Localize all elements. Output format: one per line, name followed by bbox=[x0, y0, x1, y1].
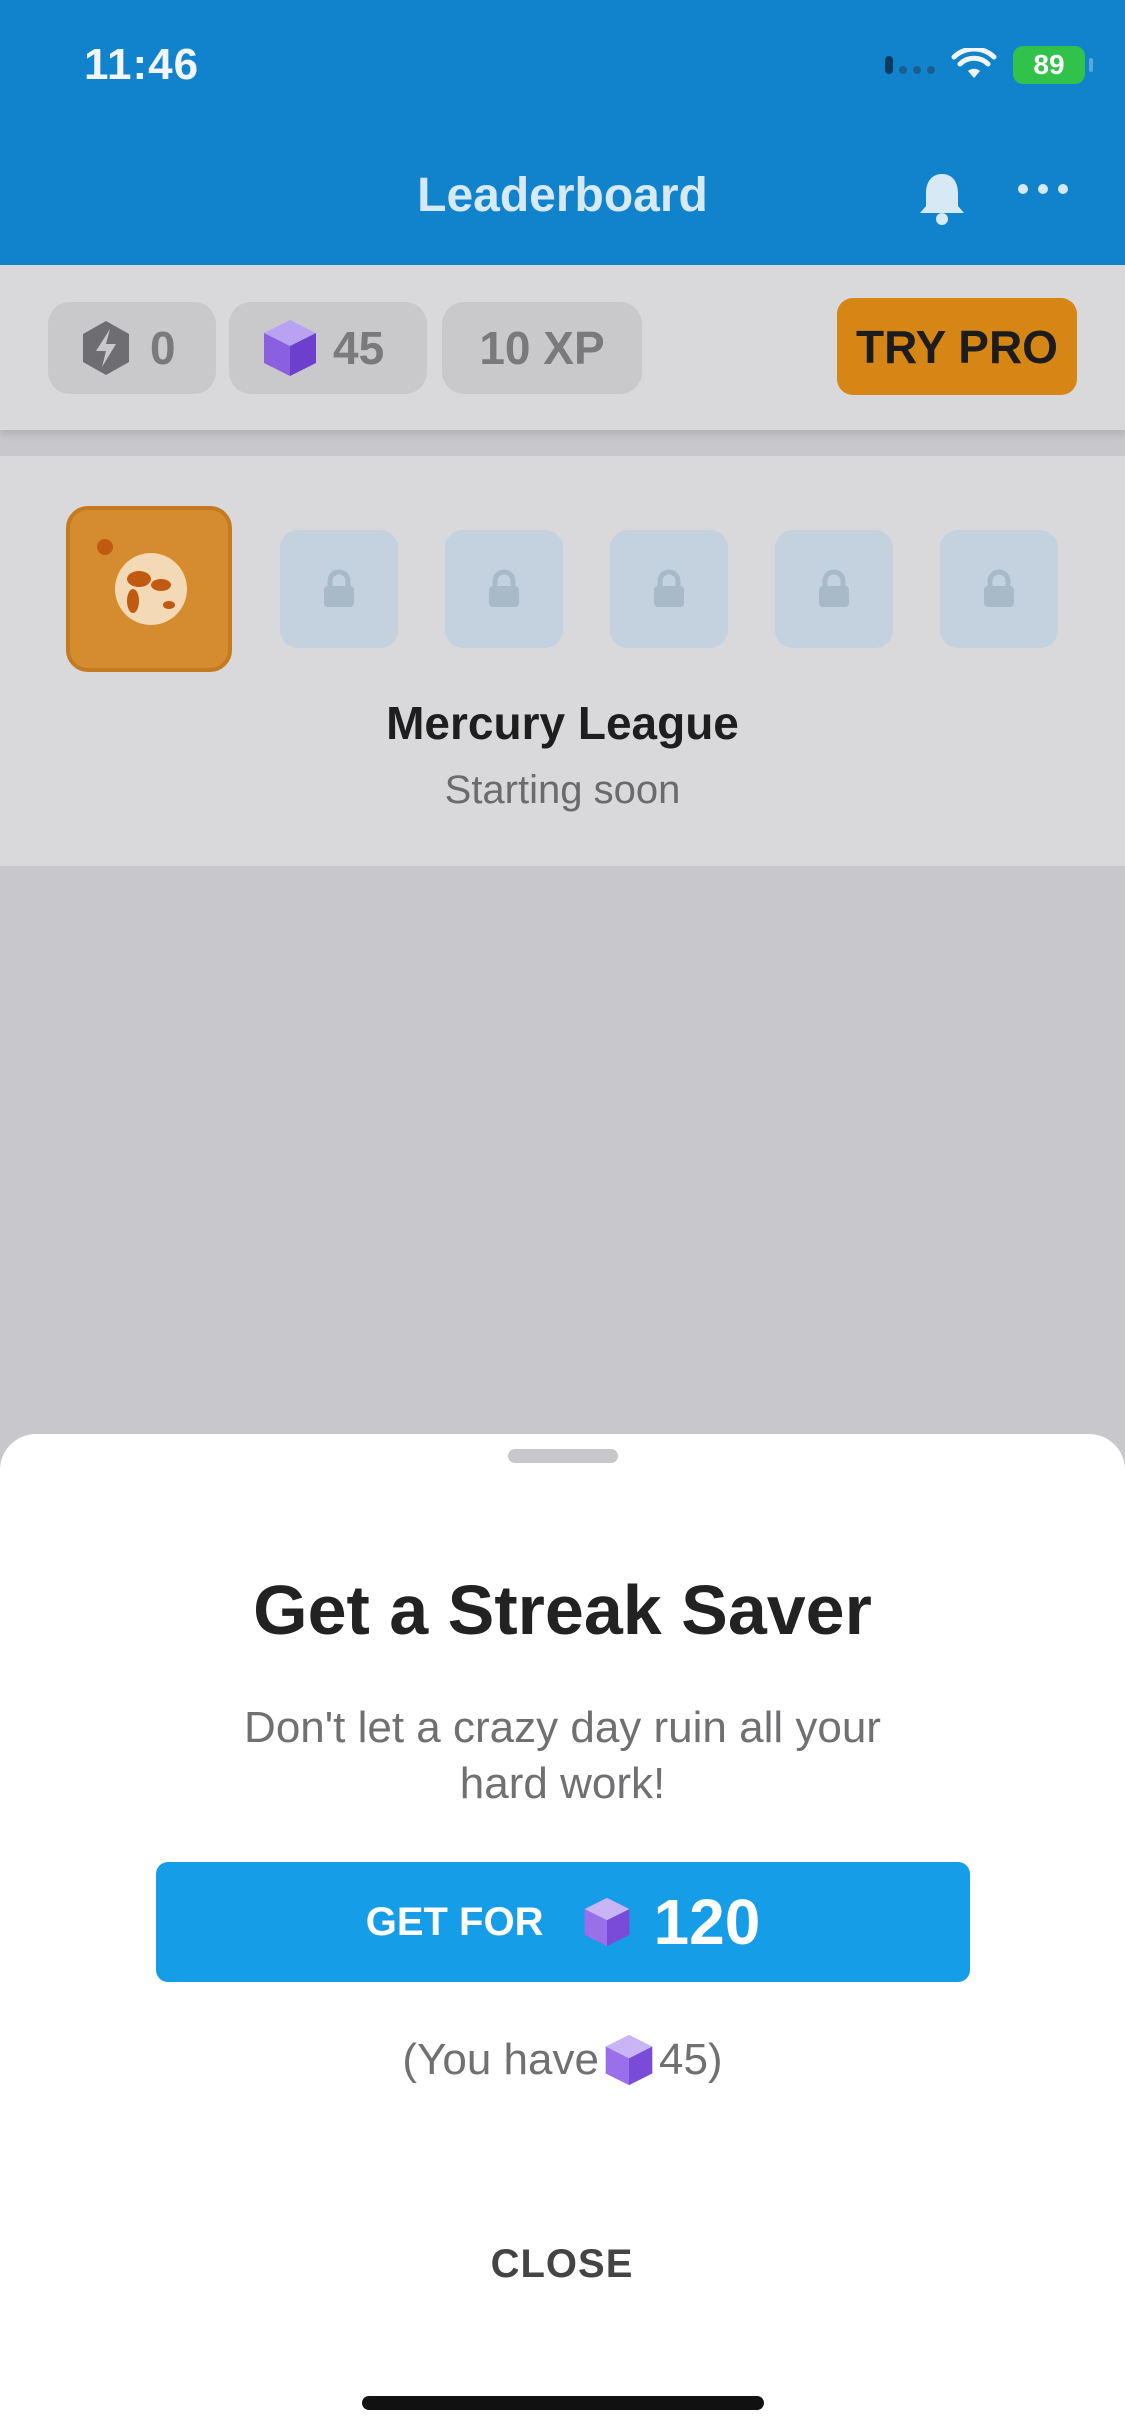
xp-label: 10 XP bbox=[479, 322, 605, 374]
close-button[interactable]: CLOSE bbox=[412, 2224, 712, 2304]
sheet-subtitle: Don't let a crazy day ruin all your hard… bbox=[244, 1703, 881, 1808]
gems-chip[interactable]: 45 bbox=[229, 302, 427, 394]
locked-league-badge[interactable] bbox=[280, 530, 398, 648]
streak-chip[interactable]: 0 bbox=[48, 302, 216, 394]
you-have-prefix: (You have bbox=[402, 2035, 599, 2084]
locked-league-badge[interactable] bbox=[610, 530, 728, 648]
league-section: Mercury League Starting soon bbox=[0, 456, 1125, 866]
locked-league-badge[interactable] bbox=[445, 530, 563, 648]
status-time: 11:46 bbox=[84, 40, 200, 89]
gem-icon bbox=[605, 2034, 653, 2086]
locked-league-badge[interactable] bbox=[775, 530, 893, 648]
league-status: Starting soon bbox=[444, 768, 681, 812]
gem-icon bbox=[264, 320, 316, 376]
sheet-grabber[interactable] bbox=[508, 1449, 618, 1463]
streak-shield-icon bbox=[83, 321, 129, 375]
lock-icon bbox=[819, 569, 849, 607]
league-name: Mercury League bbox=[386, 697, 739, 749]
streak-saver-sheet: Get a Streak Saver Don't let a crazy day… bbox=[0, 1434, 1125, 2436]
streak-count: 0 bbox=[150, 322, 176, 374]
get-button-label: GET FOR bbox=[365, 1899, 544, 1944]
status-icons: 89 bbox=[885, 46, 1093, 84]
home-indicator[interactable] bbox=[362, 2396, 764, 2410]
gem-balance-note: (You have 45) bbox=[0, 2032, 1125, 2088]
lock-icon bbox=[489, 569, 519, 607]
lock-icon bbox=[324, 569, 354, 607]
xp-chip[interactable]: 10 XP bbox=[442, 302, 642, 394]
sheet-title: Get a Streak Saver bbox=[253, 1571, 872, 1649]
try-pro-button[interactable]: TRY PRO bbox=[837, 298, 1077, 395]
gem-count: 45 bbox=[333, 322, 385, 374]
lock-icon bbox=[984, 569, 1014, 607]
mercury-league-badge[interactable] bbox=[66, 506, 232, 672]
you-have-amount: 45) bbox=[658, 2035, 723, 2084]
mercury-planet-icon bbox=[97, 539, 187, 625]
get-streak-saver-button[interactable]: GET FOR 120 bbox=[156, 1862, 970, 1982]
battery-icon: 89 bbox=[1013, 46, 1093, 84]
cellular-signal-icon bbox=[885, 56, 935, 74]
more-icon[interactable] bbox=[1018, 184, 1068, 194]
stats-bar: 0 45 10 XP TRY PRO bbox=[0, 265, 1125, 430]
lock-icon bbox=[654, 569, 684, 607]
locked-league-badge[interactable] bbox=[940, 530, 1058, 648]
app-header: 11:46 89 Leaderboard bbox=[0, 0, 1125, 265]
gem-icon bbox=[584, 1897, 629, 1947]
bell-icon[interactable] bbox=[912, 168, 972, 228]
wifi-icon bbox=[951, 48, 997, 78]
get-button-price: 120 bbox=[653, 1886, 761, 1958]
